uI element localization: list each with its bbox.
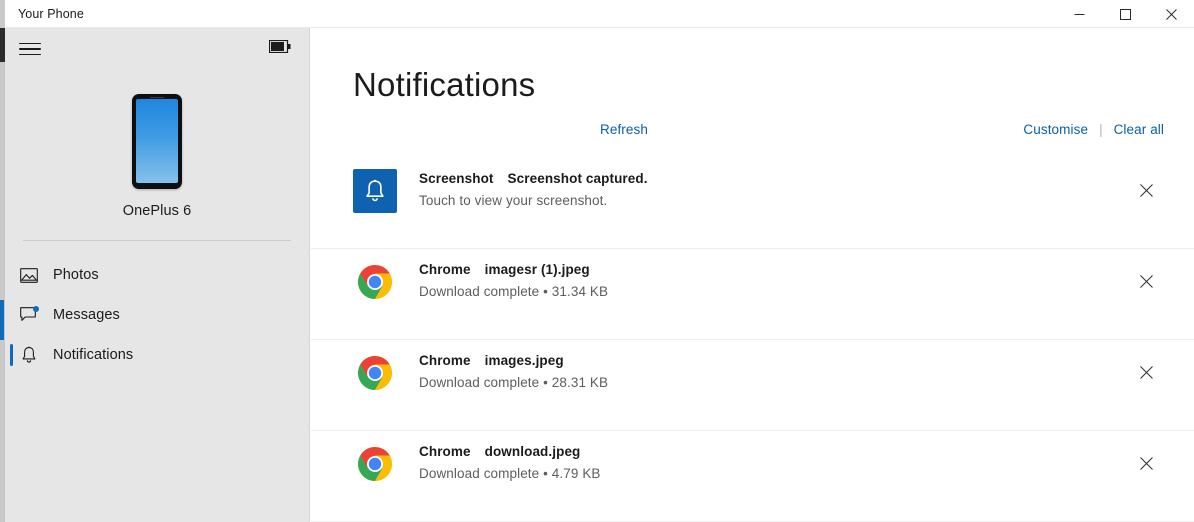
page-title: Notifications	[353, 66, 536, 103]
window-title: Your Phone	[18, 6, 84, 21]
notification-body: Touch to view your screenshot.	[419, 193, 608, 208]
your-phone-window: Your Phone OnePlus 6 Photos Messages Not…	[0, 0, 1194, 522]
action-bar: Refresh Customise | Clear all	[311, 114, 1194, 156]
app-icon	[353, 169, 397, 213]
title-bar: Your Phone	[5, 0, 1194, 28]
customise-link[interactable]: Customise	[1023, 122, 1088, 137]
dismiss-button[interactable]	[1131, 266, 1161, 296]
sidebar-item-messages[interactable]: Messages	[5, 295, 309, 335]
bell-icon	[19, 346, 38, 365]
clear-all-link[interactable]: Clear all	[1114, 122, 1164, 137]
selection-indicator	[10, 344, 13, 366]
dismiss-button[interactable]	[1131, 448, 1161, 478]
chrome-icon	[358, 447, 392, 481]
notification-row[interactable]: Chrome imagesr (1).jpeg Download complet…	[311, 249, 1194, 340]
photos-icon	[19, 266, 38, 285]
app-icon	[353, 260, 397, 304]
unread-badge	[33, 305, 39, 312]
notification-text: Chrome download.jpeg Download complete •…	[419, 442, 601, 486]
notification-app-name: Screenshot	[419, 171, 494, 186]
notification-body: Download complete • 28.31 KB	[419, 375, 609, 390]
refresh-link[interactable]: Refresh	[600, 122, 648, 137]
messages-icon	[19, 305, 39, 325]
dismiss-button[interactable]	[1131, 357, 1161, 387]
notification-row[interactable]: Chrome images.jpeg Download complete • 2…	[311, 340, 1194, 431]
notification-title: Screenshot captured.	[507, 171, 648, 186]
bell-icon	[353, 169, 397, 213]
link-separator: |	[1099, 122, 1103, 137]
minimize-button[interactable]	[1056, 0, 1102, 28]
device-name: OnePlus 6	[122, 203, 192, 219]
hamburger-icon[interactable]	[15, 37, 45, 61]
battery-icon	[268, 39, 291, 54]
window-controls	[1056, 0, 1194, 28]
notification-list: Screenshot Screenshot captured. Touch to…	[311, 158, 1194, 522]
notification-text: Chrome imagesr (1).jpeg Download complet…	[419, 260, 608, 304]
chrome-icon	[358, 356, 392, 390]
notification-title: imagesr (1).jpeg	[484, 262, 590, 277]
notification-row[interactable]: Screenshot Screenshot captured. Touch to…	[311, 158, 1194, 249]
background-window-accent	[0, 300, 4, 340]
device-preview: OnePlus 6	[5, 68, 309, 219]
main-content: Notifications Refresh Customise | Clear …	[311, 28, 1194, 522]
notification-text: Screenshot Screenshot captured. Touch to…	[419, 169, 648, 213]
phone-screen	[136, 99, 178, 183]
sidebar-divider	[23, 240, 291, 241]
maximize-button[interactable]	[1102, 0, 1148, 28]
sidebar-header	[5, 28, 309, 68]
sidebar-item-notifications[interactable]: Notifications	[5, 335, 309, 375]
phone-illustration	[132, 94, 182, 189]
close-button[interactable]	[1148, 0, 1194, 28]
notification-title: images.jpeg	[484, 353, 564, 368]
sidebar-item-label: Notifications	[53, 347, 134, 363]
app-icon	[353, 351, 397, 395]
notification-body: Download complete • 4.79 KB	[419, 466, 601, 481]
app-icon	[353, 442, 397, 486]
sidebar-item-photos[interactable]: Photos	[5, 255, 309, 295]
notification-row[interactable]: Chrome download.jpeg Download complete •…	[311, 431, 1194, 522]
notification-body: Download complete • 31.34 KB	[419, 284, 609, 299]
notification-app-name: Chrome	[419, 262, 471, 277]
dismiss-button[interactable]	[1131, 175, 1161, 205]
sidebar-item-label: Photos	[53, 267, 99, 283]
chrome-icon	[358, 265, 392, 299]
phone-speaker	[150, 96, 164, 99]
notification-title: download.jpeg	[484, 444, 581, 459]
sidebar-nav: Photos Messages Notifications	[5, 255, 309, 375]
sidebar-item-label: Messages	[53, 307, 120, 323]
sidebar: OnePlus 6 Photos Messages Notifications	[5, 28, 310, 522]
notification-text: Chrome images.jpeg Download complete • 2…	[419, 351, 608, 395]
notification-app-name: Chrome	[419, 444, 471, 459]
notification-app-name: Chrome	[419, 353, 471, 368]
right-action-links: Customise | Clear all	[1023, 122, 1164, 137]
